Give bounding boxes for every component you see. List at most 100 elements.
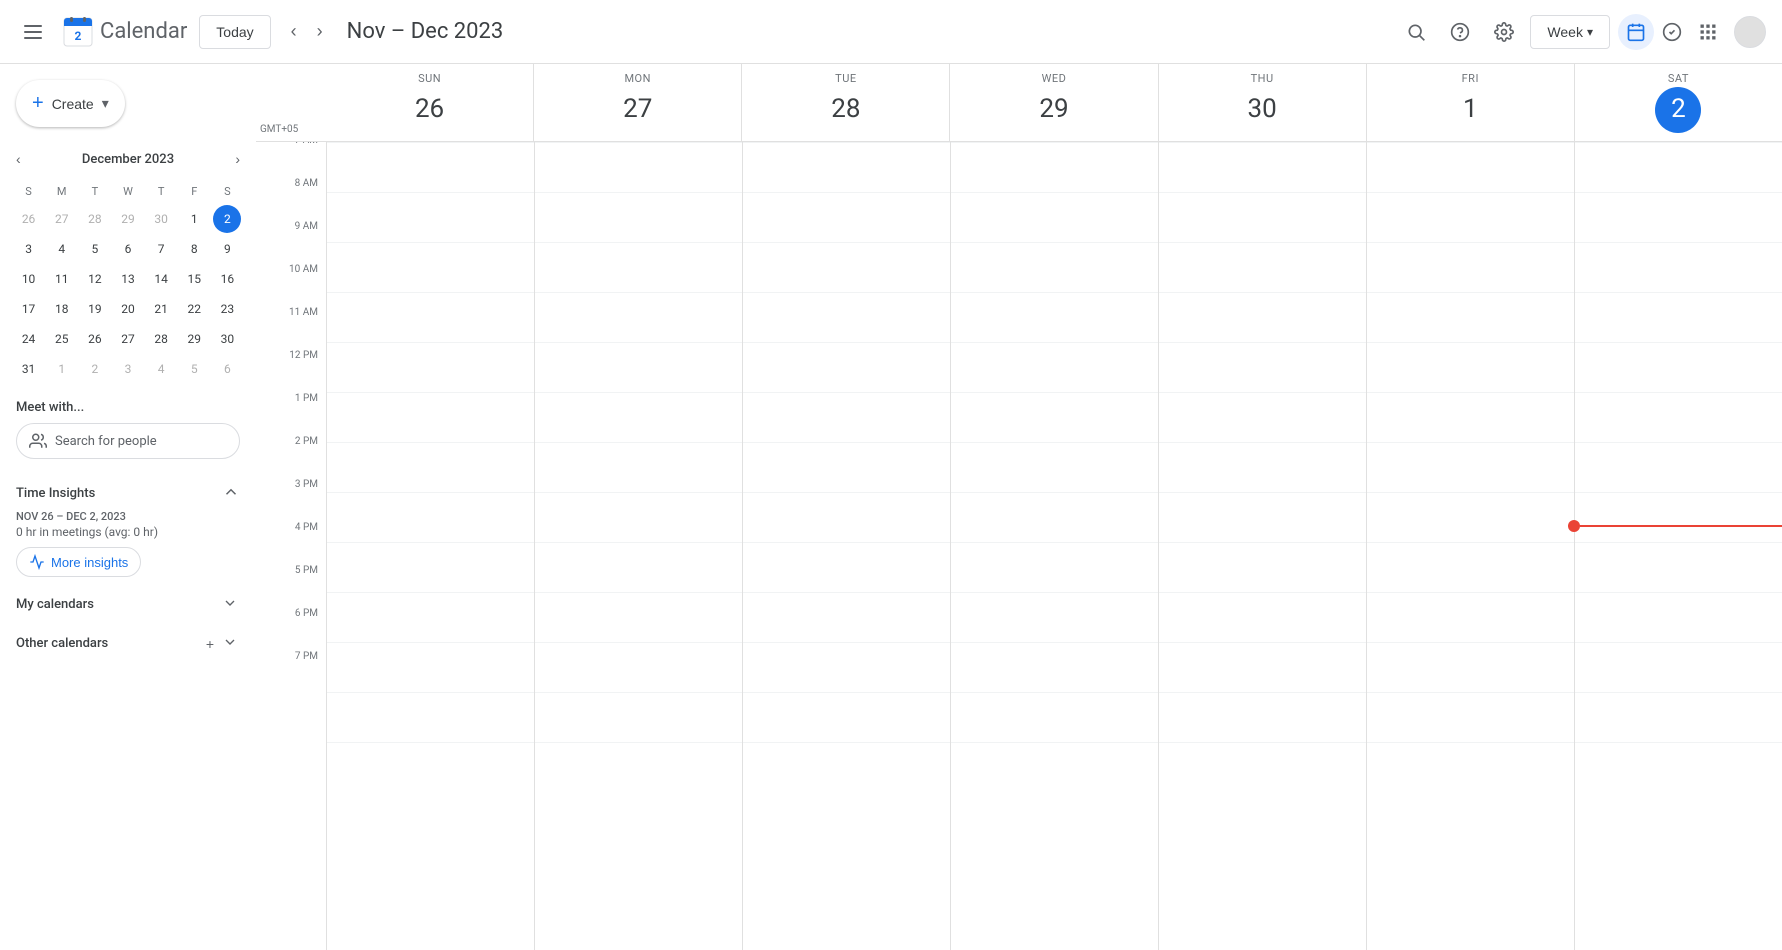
- mini-cal-day[interactable]: 3: [15, 235, 43, 263]
- hour-cell[interactable]: [1159, 692, 1366, 742]
- hour-cell[interactable]: [743, 242, 950, 292]
- mini-cal-day[interactable]: 27: [48, 205, 76, 233]
- search-button[interactable]: [1398, 14, 1434, 50]
- hour-cell[interactable]: [1367, 242, 1574, 292]
- collapse-time-insights-button[interactable]: [222, 483, 240, 504]
- help-button[interactable]: [1442, 14, 1478, 50]
- hour-cell[interactable]: [1367, 742, 1574, 792]
- hour-cell[interactable]: [743, 592, 950, 642]
- hour-cell[interactable]: [327, 592, 534, 642]
- hour-cell[interactable]: [951, 592, 1158, 642]
- hour-cell[interactable]: [743, 492, 950, 542]
- mini-cal-day[interactable]: 10: [15, 265, 43, 293]
- hour-cell[interactable]: [1159, 642, 1366, 692]
- day-column[interactable]: [1366, 142, 1574, 950]
- hour-cell[interactable]: [327, 542, 534, 592]
- hour-cell[interactable]: [951, 692, 1158, 742]
- mini-cal-day[interactable]: 5: [81, 235, 109, 263]
- hour-cell[interactable]: [1575, 392, 1782, 442]
- hour-cell[interactable]: [1367, 142, 1574, 192]
- hour-cell[interactable]: [1159, 542, 1366, 592]
- other-calendars-header[interactable]: Other calendars +: [8, 624, 248, 663]
- mini-cal-day[interactable]: 1: [180, 205, 208, 233]
- mini-cal-day[interactable]: 2: [81, 355, 109, 383]
- apps-button[interactable]: [1690, 14, 1726, 50]
- mini-cal-day[interactable]: 24: [15, 325, 43, 353]
- hour-cell[interactable]: [951, 292, 1158, 342]
- mini-cal-day[interactable]: 6: [213, 355, 241, 383]
- user-avatar[interactable]: [1734, 16, 1766, 48]
- hour-cell[interactable]: [1575, 492, 1782, 542]
- hour-cell[interactable]: [327, 692, 534, 742]
- hour-cell[interactable]: [1367, 592, 1574, 642]
- mini-cal-day[interactable]: 17: [15, 295, 43, 323]
- day-number[interactable]: 29: [1031, 87, 1077, 133]
- mini-cal-day[interactable]: 21: [147, 295, 175, 323]
- hour-cell[interactable]: [1159, 492, 1366, 542]
- mini-cal-day[interactable]: 22: [180, 295, 208, 323]
- other-calendars-collapse-button[interactable]: [220, 632, 240, 655]
- mini-cal-day[interactable]: 14: [147, 265, 175, 293]
- hour-cell[interactable]: [327, 242, 534, 292]
- calendar-view-button[interactable]: [1618, 14, 1654, 50]
- hour-cell[interactable]: [535, 242, 742, 292]
- hour-cell[interactable]: [1575, 242, 1782, 292]
- hour-cell[interactable]: [535, 542, 742, 592]
- hour-cell[interactable]: [1575, 642, 1782, 692]
- mini-cal-day[interactable]: 4: [48, 235, 76, 263]
- mini-cal-day[interactable]: 25: [48, 325, 76, 353]
- hour-cell[interactable]: [743, 192, 950, 242]
- day-column[interactable]: [950, 142, 1158, 950]
- hour-cell[interactable]: [535, 342, 742, 392]
- day-column[interactable]: [1158, 142, 1366, 950]
- view-selector[interactable]: Week ▾: [1530, 15, 1610, 49]
- mini-cal-day[interactable]: 29: [180, 325, 208, 353]
- my-calendars-header[interactable]: My calendars: [8, 585, 248, 624]
- hour-cell[interactable]: [535, 592, 742, 642]
- today-button[interactable]: Today: [199, 15, 270, 49]
- hour-cell[interactable]: [535, 642, 742, 692]
- hour-cell[interactable]: [743, 292, 950, 342]
- hour-cell[interactable]: [743, 142, 950, 192]
- hour-cell[interactable]: [951, 742, 1158, 792]
- hour-cell[interactable]: [327, 392, 534, 442]
- hour-cell[interactable]: [743, 342, 950, 392]
- hour-cell[interactable]: [1575, 142, 1782, 192]
- settings-button[interactable]: [1486, 14, 1522, 50]
- day-number[interactable]: 28: [823, 87, 869, 133]
- mini-cal-day[interactable]: 6: [114, 235, 142, 263]
- hour-cell[interactable]: [1159, 192, 1366, 242]
- mini-cal-day[interactable]: 12: [81, 265, 109, 293]
- more-insights-button[interactable]: More insights: [16, 547, 141, 577]
- hour-cell[interactable]: [951, 242, 1158, 292]
- hour-cell[interactable]: [951, 492, 1158, 542]
- hour-cell[interactable]: [1367, 492, 1574, 542]
- mini-cal-day[interactable]: 28: [147, 325, 175, 353]
- mini-cal-day[interactable]: 23: [213, 295, 241, 323]
- hour-cell[interactable]: [327, 192, 534, 242]
- mini-cal-day[interactable]: 27: [114, 325, 142, 353]
- tasks-view-button[interactable]: [1654, 14, 1690, 50]
- mini-cal-day[interactable]: 4: [147, 355, 175, 383]
- hour-cell[interactable]: [327, 642, 534, 692]
- day-number[interactable]: 26: [407, 87, 453, 133]
- hour-cell[interactable]: [743, 542, 950, 592]
- hour-cell[interactable]: [1367, 642, 1574, 692]
- hour-cell[interactable]: [327, 442, 534, 492]
- hour-cell[interactable]: [1367, 392, 1574, 442]
- mini-cal-day[interactable]: 29: [114, 205, 142, 233]
- mini-cal-day[interactable]: 26: [81, 325, 109, 353]
- hour-cell[interactable]: [1159, 142, 1366, 192]
- mini-cal-day[interactable]: 9: [213, 235, 241, 263]
- hour-cell[interactable]: [535, 292, 742, 342]
- hour-cell[interactable]: [743, 442, 950, 492]
- mini-cal-day[interactable]: 11: [48, 265, 76, 293]
- hour-cell[interactable]: [951, 392, 1158, 442]
- mini-cal-next-button[interactable]: ›: [231, 147, 244, 171]
- hour-cell[interactable]: [535, 742, 742, 792]
- mini-cal-day[interactable]: 30: [147, 205, 175, 233]
- mini-cal-day[interactable]: 30: [213, 325, 241, 353]
- hour-cell[interactable]: [535, 192, 742, 242]
- hour-cell[interactable]: [1575, 692, 1782, 742]
- hour-cell[interactable]: [1367, 442, 1574, 492]
